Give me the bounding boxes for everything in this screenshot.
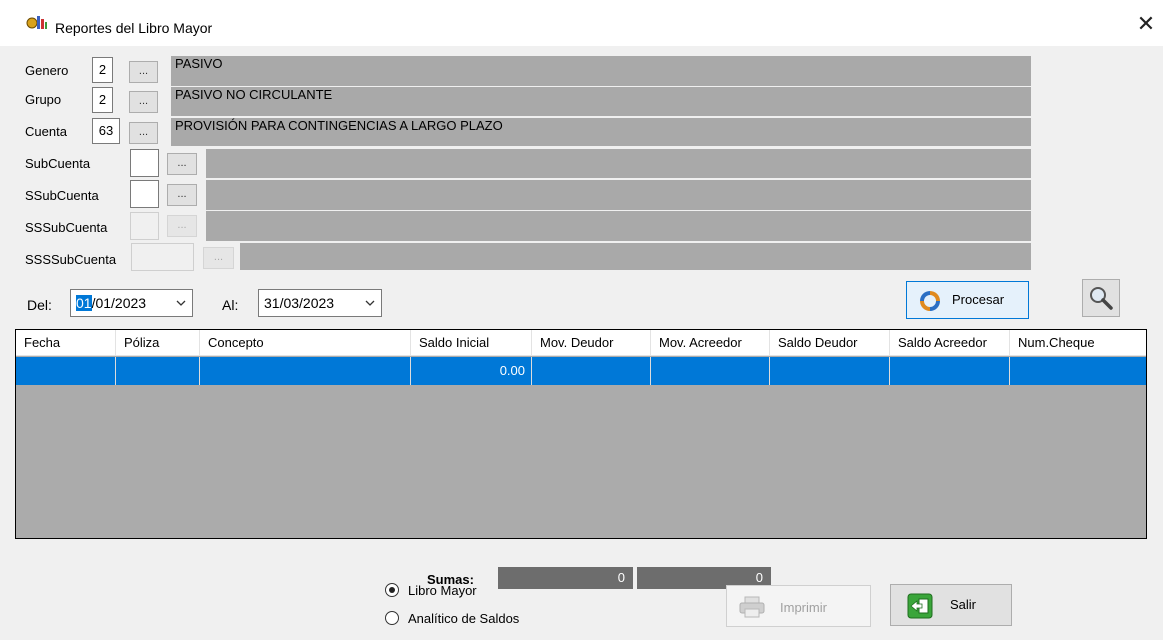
sumas-deudor-value: 0 (498, 567, 633, 589)
al-date-value: 31/03/2023 (264, 295, 335, 311)
genero-code-input[interactable]: 2 (92, 57, 113, 83)
column-header-saldo-acreedor[interactable]: Saldo Acreedor (890, 330, 1010, 356)
chevron-down-icon (176, 300, 186, 306)
table-row-cell[interactable] (1010, 357, 1146, 385)
imprimir-label: Imprimir (780, 600, 827, 615)
ledger-grid[interactable]: Fecha Póliza Concepto Saldo Inicial Mov.… (15, 329, 1147, 539)
refresh-icon (920, 291, 940, 311)
salir-label: Salir (950, 597, 977, 612)
search-button[interactable] (1082, 279, 1120, 317)
cuenta-label: Cuenta (25, 124, 67, 139)
del-date-picker[interactable]: 01/01/2023 (70, 289, 193, 317)
table-row-cell[interactable] (532, 357, 651, 385)
column-header-concepto[interactable]: Concepto (200, 330, 411, 356)
grupo-browse-button[interactable]: ... (129, 91, 158, 113)
column-header-fecha[interactable]: Fecha (16, 330, 116, 356)
ssubcuenta-label: SSubCuenta (25, 188, 99, 203)
table-row-cell[interactable] (770, 357, 890, 385)
grupo-label: Grupo (25, 92, 62, 107)
al-date-picker[interactable]: 31/03/2023 (258, 289, 382, 317)
table-row-cell[interactable] (890, 357, 1010, 385)
genero-label: Genero (25, 63, 69, 78)
subcuenta-name (206, 149, 1031, 178)
procesar-label: Procesar (952, 292, 1005, 307)
subcuenta-browse-button[interactable]: ... (167, 153, 197, 175)
magnifier-icon (1090, 287, 1113, 310)
del-date-day-selected: 01 (76, 295, 92, 311)
cuenta-browse-button[interactable]: ... (129, 122, 158, 144)
radio-libro-mayor[interactable] (385, 583, 399, 597)
sssubcuenta-label: SSSubCuenta (25, 220, 108, 235)
ssubcuenta-name (206, 180, 1031, 210)
app-icon (26, 16, 47, 29)
column-header-saldo-deudor[interactable]: Saldo Deudor (770, 330, 890, 356)
ssssubcuenta-code-input[interactable] (131, 243, 194, 271)
table-row-saldo-inicial[interactable]: 0.00 (411, 357, 532, 385)
chevron-down-icon (365, 300, 375, 306)
radio-analitico-saldos[interactable] (385, 611, 399, 625)
subcuenta-code-input[interactable] (130, 149, 159, 177)
genero-browse-button[interactable]: ... (129, 61, 158, 83)
genero-name: PASIVO (171, 56, 1031, 86)
cuenta-name: PROVISIÓN PARA CONTINGENCIAS A LARGO PLA… (171, 118, 1031, 146)
imprimir-button[interactable]: Imprimir (726, 585, 871, 627)
column-header-saldo-inicial[interactable]: Saldo Inicial (411, 330, 532, 356)
procesar-button[interactable]: Procesar (906, 281, 1029, 319)
radio-analitico-saldos-label[interactable]: Analítico de Saldos (408, 611, 519, 626)
table-row-cell[interactable] (16, 357, 116, 385)
printer-icon (739, 596, 765, 618)
ssssubcuenta-name (240, 243, 1031, 270)
sssubcuenta-code-input[interactable] (130, 212, 159, 240)
exit-icon (907, 593, 933, 619)
del-date-rest: /01/2023 (91, 295, 147, 311)
sssubcuenta-browse-button[interactable]: ... (167, 215, 197, 237)
ssssubcuenta-label: SSSSubCuenta (25, 252, 117, 267)
grupo-name: PASIVO NO CIRCULANTE (171, 87, 1031, 116)
salir-button[interactable]: Salir (890, 584, 1012, 626)
al-label: Al: (222, 297, 239, 313)
del-label: Del: (27, 297, 52, 313)
table-row-cell[interactable] (200, 357, 411, 385)
table-row-cell[interactable] (116, 357, 200, 385)
ssssubcuenta-browse-button[interactable]: ... (203, 247, 234, 269)
radio-libro-mayor-label[interactable]: Libro Mayor (408, 583, 477, 598)
sssubcuenta-name (206, 211, 1031, 241)
column-header-poliza[interactable]: Póliza (116, 330, 200, 356)
ssubcuenta-code-input[interactable] (130, 180, 159, 208)
grupo-code-input[interactable]: 2 (92, 87, 113, 113)
column-header-mov-acreedor[interactable]: Mov. Acreedor (651, 330, 770, 356)
ssubcuenta-browse-button[interactable]: ... (167, 184, 197, 206)
column-header-num-cheque[interactable]: Num.Cheque (1010, 330, 1146, 356)
subcuenta-label: SubCuenta (25, 156, 91, 171)
window-title: Reportes del Libro Mayor (55, 20, 213, 36)
cuenta-code-input[interactable]: 63 (92, 118, 120, 144)
table-row-cell[interactable] (651, 357, 770, 385)
column-header-mov-deudor[interactable]: Mov. Deudor (532, 330, 651, 356)
close-button[interactable]: ✕ (1133, 12, 1159, 38)
